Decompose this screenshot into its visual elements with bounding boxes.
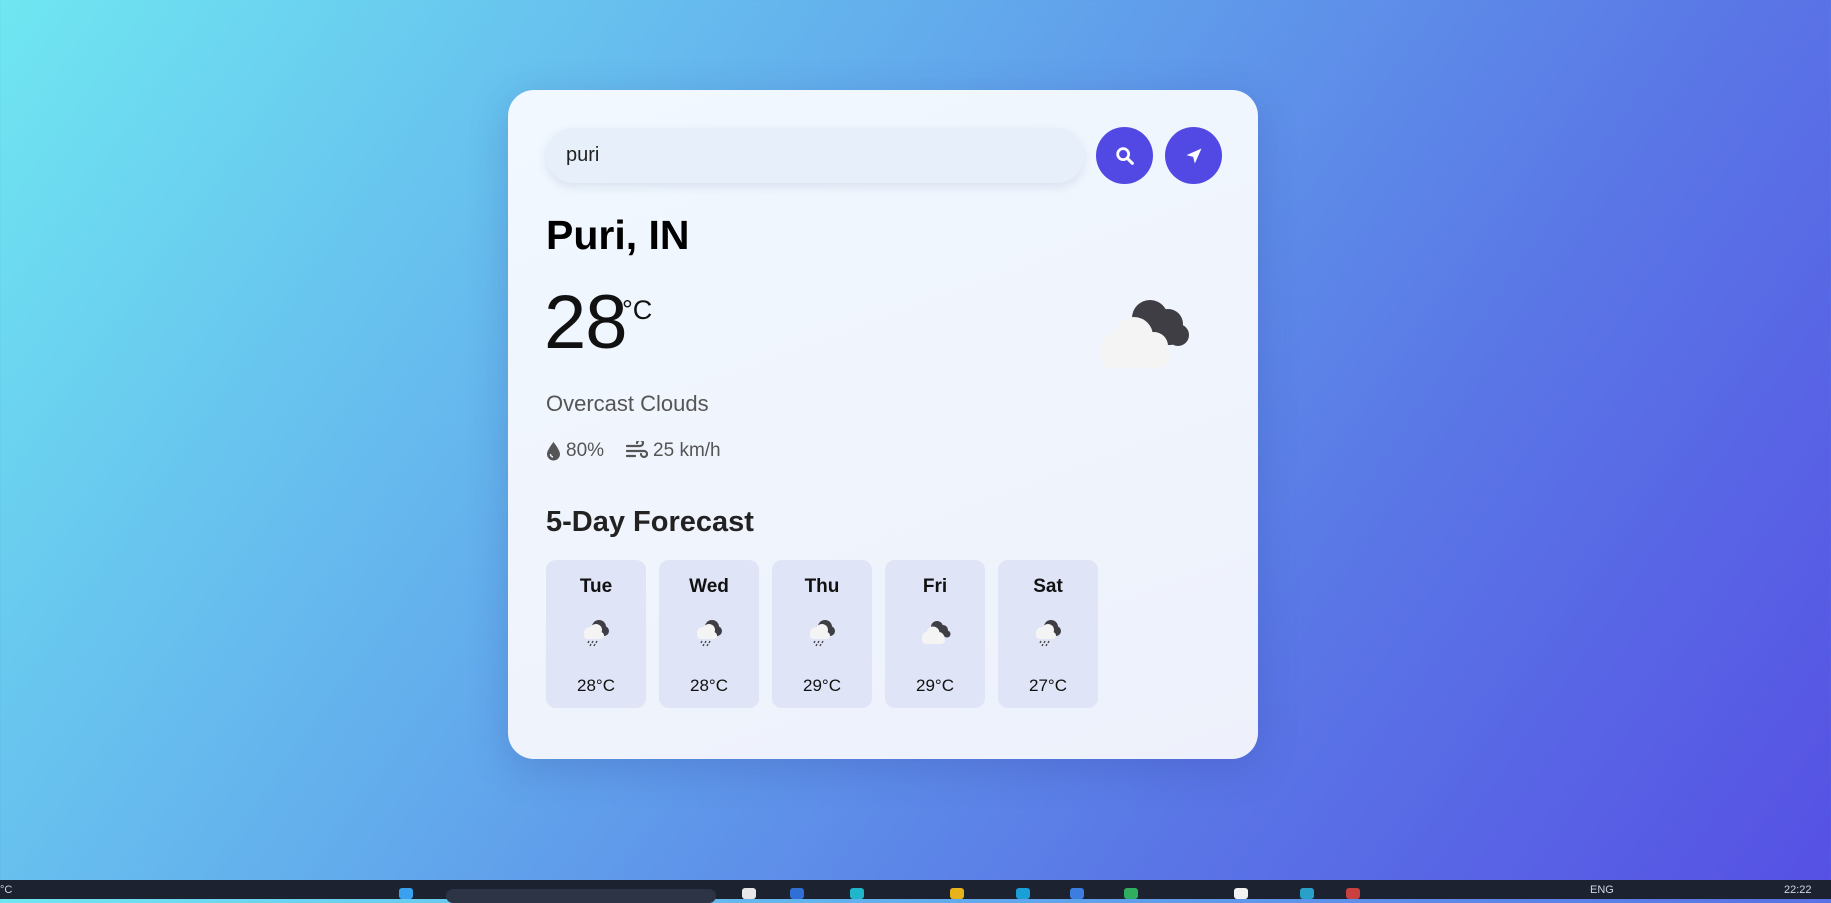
forecast-day: Fri	[922, 576, 948, 597]
taskbar-app-icon[interactable]	[742, 888, 756, 899]
start-icon[interactable]	[399, 888, 413, 899]
city-search-input[interactable]	[546, 128, 1084, 183]
rain-cloud-icon	[584, 620, 609, 647]
forecast-day: Thu	[804, 576, 840, 597]
humidity-value: 80%	[566, 440, 605, 461]
forecast-temp: 29°C	[803, 676, 841, 695]
current-location-button[interactable]	[1165, 127, 1222, 184]
wind-stat: 25 km/h	[626, 440, 721, 462]
forecast-day: Tue	[579, 576, 613, 597]
taskbar-search[interactable]	[446, 889, 716, 903]
rain-cloud-icon	[810, 620, 835, 647]
taskbar-weather-text: °C	[0, 884, 13, 896]
taskbar-app-icon[interactable]	[790, 888, 804, 899]
forecast-card-tue: Tue 28°C	[546, 560, 646, 708]
taskbar-app-icon[interactable]	[1124, 888, 1138, 899]
forecast-temp: 29°C	[916, 676, 954, 695]
rain-cloud-icon	[1036, 620, 1061, 647]
current-temperature: 28	[544, 280, 628, 365]
forecast-title: 5-Day Forecast	[546, 506, 754, 538]
language-indicator[interactable]: ENG	[1590, 884, 1614, 896]
search-row	[546, 127, 1222, 185]
overcast-cloud-icon	[1100, 300, 1189, 368]
wind-icon	[626, 441, 649, 459]
forecast-temp: 28°C	[690, 676, 728, 695]
forecast-day: Sat	[1033, 576, 1063, 597]
weather-stats: 80% 25 km/h	[546, 440, 743, 462]
location-arrow-icon	[1186, 148, 1201, 163]
forecast-card-sat: Sat 27°C	[998, 560, 1098, 708]
clock[interactable]: 22:22	[1784, 884, 1812, 896]
forecast-card-thu: Thu 29°C	[772, 560, 872, 708]
forecast-list: Tue 28°C Wed 28°C Thu 29°C Fri 29°C Sat …	[546, 560, 1111, 708]
search-button[interactable]	[1096, 127, 1153, 184]
wind-value: 25 km/h	[653, 440, 721, 461]
weather-card: Puri, IN 28 °C Overcast Clouds 80% 25 km…	[508, 90, 1258, 759]
forecast-card-fri: Fri 29°C	[885, 560, 985, 708]
forecast-temp: 27°C	[1029, 676, 1067, 695]
taskbar: °C ENG 22:22	[0, 880, 1831, 903]
overcast-cloud-icon	[922, 621, 951, 644]
taskbar-app-icon[interactable]	[1070, 888, 1084, 899]
taskbar-app-icon[interactable]	[850, 888, 864, 899]
city-name: Puri, IN	[546, 212, 690, 258]
weather-condition: Overcast Clouds	[546, 391, 709, 416]
temperature-unit: °C	[622, 295, 653, 325]
taskbar-app-icon[interactable]	[1300, 888, 1314, 899]
humidity-stat: 80%	[546, 440, 604, 462]
water-drop-icon	[547, 442, 560, 461]
forecast-day: Wed	[689, 576, 729, 597]
search-icon	[1115, 146, 1134, 165]
rain-cloud-icon	[697, 620, 722, 647]
taskbar-app-icon[interactable]	[1346, 888, 1360, 899]
taskbar-app-icon[interactable]	[1234, 888, 1248, 899]
forecast-temp: 28°C	[577, 676, 615, 695]
taskbar-app-icon[interactable]	[950, 888, 964, 899]
taskbar-app-icon[interactable]	[1016, 888, 1030, 899]
forecast-card-wed: Wed 28°C	[659, 560, 759, 708]
